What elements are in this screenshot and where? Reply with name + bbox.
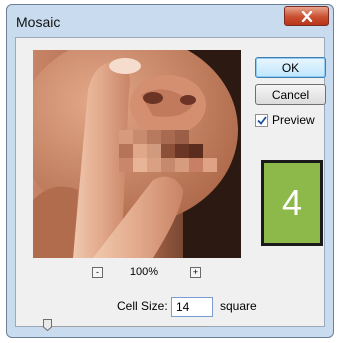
zoom-level: 100%	[129, 266, 159, 278]
zoom-controls: - 100% +	[92, 266, 202, 282]
cell-size-slider-thumb[interactable]	[43, 319, 52, 331]
preview-option[interactable]: Preview	[255, 113, 315, 127]
zoom-in-button[interactable]: +	[190, 267, 201, 278]
minus-icon: -	[96, 267, 99, 277]
mosaic-dialog: Mosaic OK Cancel Preview 4 - 100% + Cell…	[6, 4, 334, 338]
ok-button[interactable]: OK	[255, 57, 326, 78]
filter-preview-image[interactable]	[33, 50, 241, 258]
preview-checkbox[interactable]	[255, 113, 268, 127]
cell-size-label: Cell Size:	[117, 299, 168, 313]
checkmark-icon	[256, 115, 267, 125]
dialog-body: OK Cancel Preview 4 - 100% + Cell Size: …	[15, 37, 326, 331]
preview-photo	[33, 50, 241, 258]
cell-size-input[interactable]: 14	[171, 297, 213, 317]
plus-icon: +	[192, 267, 199, 277]
cell-size-slider-track[interactable]	[40, 326, 208, 327]
cell-size-unit: square	[220, 299, 257, 313]
preview-label: Preview	[272, 113, 315, 127]
title-bar[interactable]: Mosaic	[7, 5, 333, 35]
cancel-button[interactable]: Cancel	[255, 84, 326, 105]
step-number-badge: 4	[261, 160, 323, 246]
window-title: Mosaic	[16, 14, 61, 30]
close-icon	[301, 10, 312, 22]
zoom-out-button[interactable]: -	[92, 267, 103, 278]
close-button[interactable]	[284, 6, 329, 26]
